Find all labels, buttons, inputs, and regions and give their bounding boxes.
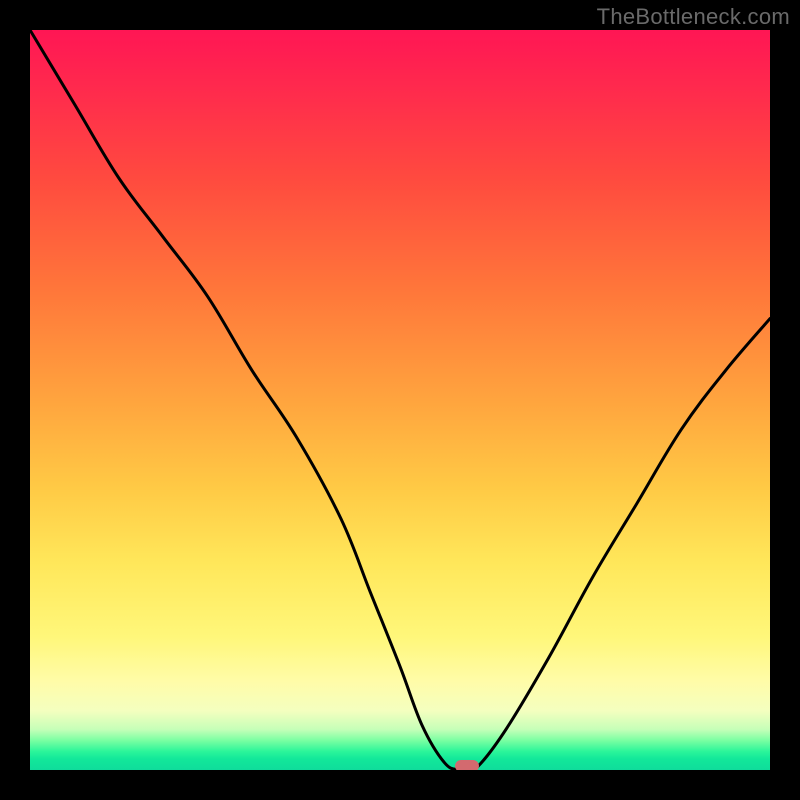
plot-area [30, 30, 770, 770]
watermark-text: TheBottleneck.com [597, 4, 790, 30]
chart-frame: TheBottleneck.com [0, 0, 800, 800]
minimum-marker [455, 760, 479, 770]
bottleneck-curve [30, 30, 770, 770]
